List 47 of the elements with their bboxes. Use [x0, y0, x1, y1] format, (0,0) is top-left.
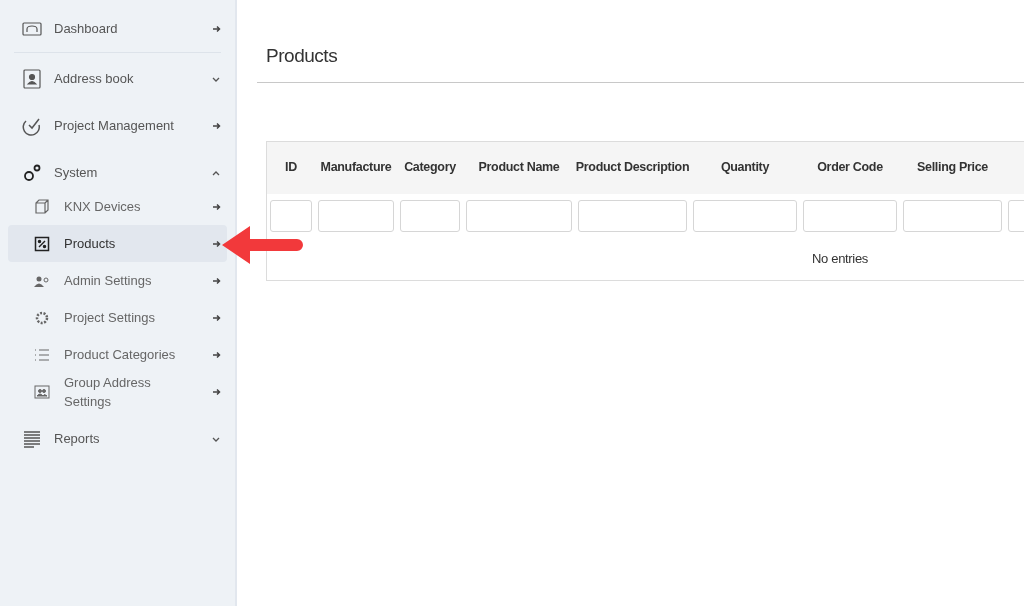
arrow-right-icon — [213, 276, 221, 285]
column-header[interactable]: ID — [285, 158, 297, 177]
list-icon — [34, 346, 50, 363]
gears-icon — [22, 163, 42, 183]
arrow-right-icon — [213, 350, 221, 359]
arrow-right-icon — [213, 202, 221, 211]
sidebar-item[interactable]: Project Management — [8, 110, 227, 142]
filter-field[interactable] — [400, 199, 460, 232]
column-header[interactable]: Product Description — [575, 158, 690, 177]
sidebar-subitem[interactable]: Group Address Settings — [8, 373, 227, 411]
arrow-right-icon — [213, 388, 221, 396]
contact-card-icon — [22, 69, 42, 89]
gear-check-icon — [22, 116, 42, 136]
percent-box-icon — [34, 235, 50, 252]
cube-icon — [34, 198, 50, 215]
filter-field[interactable] — [803, 199, 897, 232]
column-header[interactable]: Selling Price — [917, 158, 988, 177]
gear-icon — [34, 309, 50, 326]
sidebar-subitem[interactable]: KNX Devices — [8, 188, 227, 225]
sidebar-subitem[interactable]: Admin Settings — [8, 262, 227, 299]
empty-message: No entries — [812, 249, 868, 268]
arrow-right-icon — [213, 313, 221, 322]
page-title: Products — [266, 44, 339, 68]
sidebar-subitem[interactable]: Product Categories — [8, 336, 227, 373]
sidebar-subitem[interactable]: Products — [8, 225, 227, 262]
filter-field[interactable] — [270, 199, 312, 232]
lines-icon — [22, 429, 42, 449]
arrow-right-icon — [213, 122, 221, 130]
sidebar-item[interactable]: Reports — [8, 423, 227, 455]
filter-field[interactable] — [693, 199, 797, 232]
sidebar-subitem[interactable]: Project Settings — [8, 299, 227, 336]
column-header[interactable]: Manufacture — [320, 158, 392, 177]
column-header[interactable]: Quantity — [720, 158, 770, 177]
arrow-right-icon — [213, 239, 221, 248]
column-header[interactable]: Category — [404, 158, 456, 177]
arrow-right-icon — [213, 25, 221, 33]
sidebar-item[interactable]: Address book — [8, 63, 227, 95]
filter-field[interactable] — [578, 199, 687, 232]
column-header[interactable]: Order Code — [817, 158, 883, 177]
filter-field[interactable] — [318, 199, 394, 232]
filter-field[interactable] — [466, 199, 572, 232]
sidebar-item[interactable]: Dashboard — [8, 13, 227, 45]
column-header[interactable]: Product Name — [478, 158, 560, 177]
group-card-icon — [34, 384, 50, 400]
sidebar-item[interactable]: System — [8, 157, 227, 189]
gauge-icon — [22, 19, 42, 39]
filter-field[interactable] — [903, 199, 1002, 232]
